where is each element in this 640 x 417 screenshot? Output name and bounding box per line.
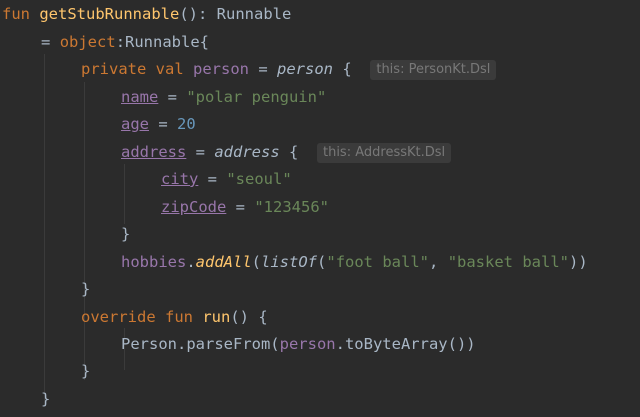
closing-brace: } — [81, 362, 91, 380]
code-line-6[interactable]: address = address { this: AddressKt.Dsl — [121, 139, 452, 166]
property-zipcode: zipCode — [161, 198, 227, 216]
inlay-hint-address: this: AddressKt.Dsl — [316, 143, 452, 163]
indent-guide — [84, 82, 85, 380]
property-person-ref: person — [279, 335, 336, 353]
property-person: person — [193, 60, 250, 78]
number-age-value: 20 — [177, 115, 196, 133]
closing-brace: } — [121, 225, 131, 243]
code-line-5[interactable]: age = 20 — [121, 111, 196, 138]
keyword-val: val — [155, 60, 184, 78]
property-age: age — [121, 115, 149, 133]
string-city-value: "seoul" — [226, 170, 292, 188]
code-line-8[interactable]: zipCode = "123456" — [161, 194, 329, 221]
keyword-fun: fun — [165, 308, 193, 326]
property-hobbies: hobbies — [121, 253, 187, 271]
closing-brace: } — [41, 390, 51, 408]
call-parsefrom: Person.parseFrom( — [121, 335, 280, 353]
method-addall: addAll — [195, 253, 252, 271]
property-city: city — [161, 170, 199, 188]
keyword-private: private — [81, 60, 147, 78]
keyword-override: override — [81, 308, 156, 326]
code-editor[interactable]: fun getStubRunnable(): Runnable = object… — [0, 0, 640, 417]
code-line-9[interactable]: } — [121, 221, 130, 248]
keyword-object: object — [59, 33, 116, 51]
inlay-hint-person: this: PersonKt.Dsl — [370, 60, 497, 80]
object-type: :Runnable{ — [115, 33, 210, 51]
indent-guide — [44, 54, 45, 406]
code-line-13[interactable]: Person.parseFrom(person.toByteArray()) — [121, 331, 476, 358]
code-line-7[interactable]: city = "seoul" — [161, 166, 292, 193]
function-run: run — [202, 308, 231, 326]
string-hobby-1: "foot ball" — [326, 253, 430, 271]
string-name-value: "polar penguin" — [186, 88, 327, 106]
code-line-10[interactable]: hobbies.addAll(listOf("foot ball", "bask… — [121, 249, 588, 276]
closing-brace: } — [81, 280, 91, 298]
function-signature: (): Runnable — [179, 5, 292, 23]
function-name: getStubRunnable — [39, 5, 180, 23]
property-name: name — [121, 88, 159, 106]
keyword-fun: fun — [2, 5, 30, 23]
string-hobby-2: "basket ball" — [447, 253, 570, 271]
code-line-15[interactable]: } — [41, 386, 50, 413]
property-address: address — [121, 143, 187, 161]
code-line-11[interactable]: } — [81, 276, 90, 303]
builder-address: address — [214, 143, 280, 161]
code-line-1[interactable]: fun getStubRunnable(): Runnable — [2, 1, 291, 28]
code-line-4[interactable]: name = "polar penguin" — [121, 84, 326, 111]
code-line-14[interactable]: } — [81, 358, 90, 385]
code-line-12[interactable]: override fun run() { — [81, 304, 268, 331]
equals-sign: = — [41, 33, 51, 51]
indent-guide — [124, 164, 125, 224]
string-zipcode-value: "123456" — [254, 198, 329, 216]
function-listof: listOf — [261, 253, 318, 271]
builder-person: person — [277, 60, 334, 78]
code-line-3[interactable]: private val person = person { this: Pers… — [81, 56, 497, 83]
call-tobytearray: .toByteArray()) — [335, 335, 476, 353]
code-line-2[interactable]: = object:Runnable{ — [41, 29, 209, 56]
